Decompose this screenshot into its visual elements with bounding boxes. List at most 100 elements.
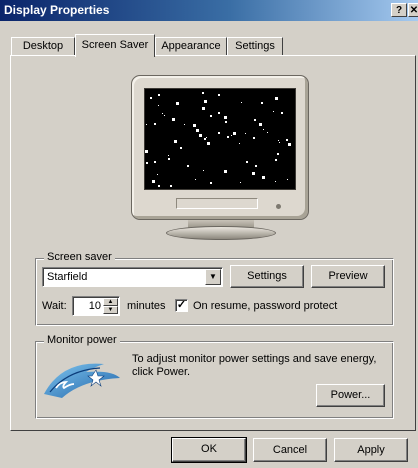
star [145,150,148,153]
star [158,105,159,106]
star [154,161,156,163]
star [158,185,160,187]
star [164,115,165,116]
star [172,118,175,121]
star [254,119,256,121]
star [218,94,220,96]
star [206,137,207,138]
star [168,158,170,160]
star [210,182,212,184]
star [157,174,158,175]
window-title: Display Properties [4,3,110,17]
star [150,97,152,99]
star [193,124,196,127]
monitor-slot [176,198,258,209]
cancel-button[interactable]: Cancel [253,438,327,462]
wait-minutes-spinner[interactable]: 10 ▲ ▼ [72,296,120,316]
star [252,172,255,175]
star [146,162,148,164]
star [184,124,185,125]
star [202,92,204,94]
star [224,116,227,119]
screensaver-preview-screen [144,88,296,190]
chevron-down-icon[interactable]: ▼ [205,269,221,285]
star [168,155,169,156]
power-led-icon [276,204,281,209]
star [240,182,241,183]
star [279,142,280,143]
monitor-power-description: To adjust monitor power settings and sav… [132,353,377,378]
star [218,132,220,134]
spin-up-icon[interactable]: ▲ [103,298,118,306]
star [210,115,212,117]
star [277,153,279,155]
star [199,134,202,137]
star [202,107,205,110]
star [261,102,263,104]
star [187,165,189,167]
preview-button[interactable]: Preview [311,265,385,288]
tab-settings[interactable]: Settings [227,37,283,55]
star [204,100,207,103]
password-protect-checkbox[interactable]: ✓ [175,299,188,312]
apply-button[interactable]: Apply [334,438,408,462]
close-button[interactable]: ✕ [408,3,418,17]
star [162,113,163,114]
star [278,140,279,141]
power-button[interactable]: Power... [316,384,385,407]
star [158,94,160,96]
star [146,124,147,125]
star [245,133,246,134]
star [196,129,199,132]
tab-appearance[interactable]: Appearance [155,37,227,55]
tab-desktop[interactable]: Desktop [11,37,75,55]
title-bar[interactable]: Display Properties ? ✕ [0,0,418,21]
star [262,176,265,179]
screensaver-dropdown[interactable]: Starfield ▼ [42,267,223,287]
wait-minutes-value[interactable]: 10 [89,300,101,312]
star [203,170,204,171]
star [267,132,268,133]
help-button[interactable]: ? [391,3,407,17]
star [180,147,182,149]
starfield-graphic [145,92,291,187]
star [218,112,220,114]
star [277,99,278,100]
tab-screen-saver[interactable]: Screen Saver [75,34,155,57]
star [288,143,291,146]
monitor-preview [131,75,309,220]
screensaver-group-label: Screen saver [44,251,115,263]
star [154,123,156,125]
star [255,165,257,167]
star [204,138,206,140]
star [286,139,288,141]
star [246,161,248,163]
star [263,129,264,130]
star [239,143,240,144]
star [207,142,210,145]
checkmark-icon: ✓ [176,299,187,311]
star [253,137,255,139]
star [275,181,276,182]
star [224,170,227,173]
star [227,136,229,138]
screensaver-selected-value: Starfield [47,271,88,283]
star [233,132,236,135]
screensaver-settings-button[interactable]: Settings [230,265,304,288]
star [259,123,262,126]
monitor-power-group-label: Monitor power [44,334,120,346]
star [275,159,277,161]
password-protect-label[interactable]: On resume, password protect [193,300,337,312]
spin-down-icon[interactable]: ▼ [103,306,118,314]
star [241,102,242,103]
ok-button[interactable]: OK [171,437,247,463]
energy-star-logo-icon [44,363,120,398]
star [152,180,155,183]
monitor-base [166,226,276,240]
star [176,102,179,105]
star [231,135,232,136]
star [174,140,177,143]
star [287,179,288,180]
minutes-label: minutes [127,300,166,312]
star [195,179,196,180]
